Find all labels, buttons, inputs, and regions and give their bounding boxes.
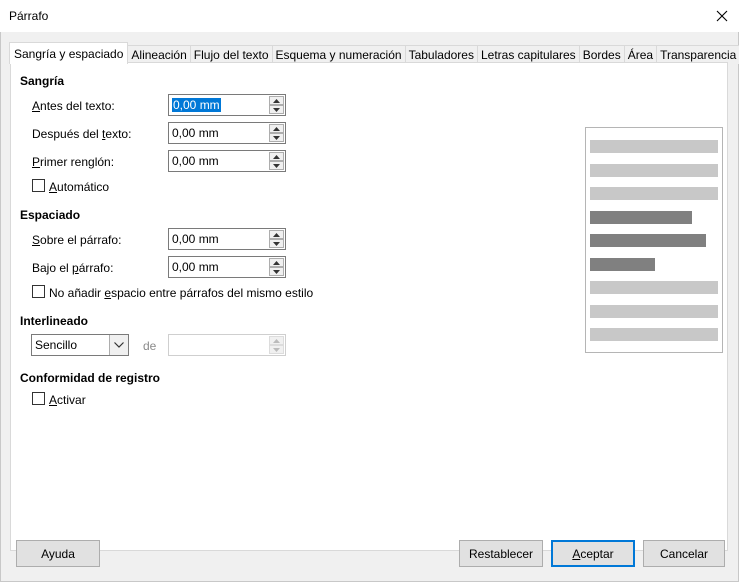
- automatic-label[interactable]: Automático: [49, 180, 109, 194]
- dialog-body: Sangría y espaciado Alineación Flujo del…: [0, 32, 739, 582]
- preview-line: [590, 211, 692, 224]
- after-text-label: Después del texto:: [32, 127, 132, 141]
- spacing-heading: Espaciado: [20, 208, 81, 222]
- ok-button[interactable]: Aceptar: [551, 540, 635, 567]
- spin-down-icon[interactable]: [269, 133, 284, 142]
- before-text-label: Antes del texto:: [32, 99, 115, 113]
- paragraph-preview: [585, 127, 723, 353]
- of-label: de: [143, 339, 157, 353]
- preview-line: [590, 187, 718, 200]
- register-heading: Conformidad de registro: [20, 371, 161, 385]
- spin-down-icon[interactable]: [269, 239, 284, 248]
- spin-up-icon[interactable]: [269, 124, 284, 133]
- line-spacing-select[interactable]: Sencillo: [31, 334, 129, 356]
- cancel-button[interactable]: Cancelar: [643, 540, 725, 567]
- preview-line: [590, 281, 718, 294]
- close-button[interactable]: [708, 4, 736, 28]
- preview-line: [590, 258, 655, 271]
- close-icon: [716, 10, 728, 22]
- spin-up-icon[interactable]: [269, 96, 284, 105]
- before-text-spinbox[interactable]: 0,00 mm: [168, 94, 286, 116]
- preview-line: [590, 328, 718, 341]
- spin-up-icon: [269, 336, 284, 345]
- above-paragraph-label: Sobre el párrafo:: [32, 233, 122, 247]
- help-button[interactable]: Ayuda: [16, 540, 100, 567]
- line-spacing-value-spinbox[interactable]: [168, 334, 286, 356]
- tab-panel: Sangría Antes del texto: 0,00 mm Después…: [10, 62, 728, 551]
- preview-line: [590, 305, 718, 318]
- tab-bar: Sangría y espaciado Alineación Flujo del…: [9, 42, 739, 64]
- above-paragraph-spinbox[interactable]: 0,00 mm: [168, 228, 286, 250]
- preview-line: [590, 140, 718, 153]
- preview-line: [590, 164, 718, 177]
- before-text-value[interactable]: 0,00 mm: [172, 98, 221, 112]
- automatic-checkbox[interactable]: [32, 179, 45, 192]
- line-spacing-value[interactable]: Sencillo: [35, 338, 77, 352]
- line-spacing-heading: Interlineado: [20, 314, 89, 328]
- spin-up-icon[interactable]: [269, 152, 284, 161]
- below-paragraph-label: Bajo el párrafo:: [32, 261, 114, 275]
- first-line-spinbox[interactable]: 0,00 mm: [168, 150, 286, 172]
- preview-line: [590, 234, 706, 247]
- spin-down-icon[interactable]: [269, 105, 284, 114]
- first-line-value[interactable]: 0,00 mm: [172, 154, 219, 168]
- tab-indents-spacing[interactable]: Sangría y espaciado: [9, 42, 129, 64]
- below-paragraph-spinbox[interactable]: 0,00 mm: [168, 256, 286, 278]
- after-text-value[interactable]: 0,00 mm: [172, 126, 219, 140]
- title-bar: Párrafo: [0, 0, 739, 32]
- no-space-checkbox[interactable]: [32, 285, 45, 298]
- window-title: Párrafo: [9, 9, 49, 23]
- below-paragraph-value[interactable]: 0,00 mm: [172, 260, 219, 274]
- spin-up-icon[interactable]: [269, 258, 284, 267]
- spin-down-icon: [269, 345, 284, 354]
- activate-label[interactable]: Activar: [49, 393, 86, 407]
- chevron-down-icon[interactable]: [109, 335, 128, 355]
- after-text-spinbox[interactable]: 0,00 mm: [168, 122, 286, 144]
- spin-down-icon[interactable]: [269, 161, 284, 170]
- spin-up-icon[interactable]: [269, 230, 284, 239]
- first-line-label: Primer renglón:: [32, 155, 115, 169]
- no-space-label[interactable]: No añadir espacio entre párrafos del mis…: [49, 286, 313, 300]
- spin-down-icon[interactable]: [269, 267, 284, 276]
- reset-button[interactable]: Restablecer: [459, 540, 543, 567]
- indent-heading: Sangría: [20, 74, 65, 88]
- above-paragraph-value[interactable]: 0,00 mm: [172, 232, 219, 246]
- activate-checkbox[interactable]: [32, 392, 45, 405]
